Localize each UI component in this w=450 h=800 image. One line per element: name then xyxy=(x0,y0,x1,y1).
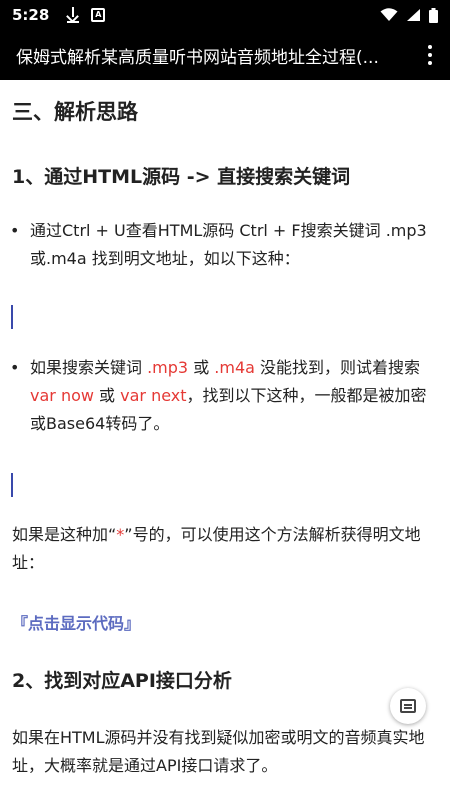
app-bar: 保姆式解析某高质量听书网站音频地址全过程(... xyxy=(0,30,450,80)
status-bar: 5:28 A xyxy=(0,0,450,30)
bullet-2-text: 或 xyxy=(93,386,121,405)
page-title: 保姆式解析某高质量听书网站音频地址全过程(... xyxy=(16,47,379,68)
bullet-1: 通过Ctrl + U查看HTML源码 Ctrl + F搜索关键词 .mp3或.m… xyxy=(10,217,432,273)
more-options-icon[interactable] xyxy=(428,45,432,65)
status-time: 5:28 xyxy=(12,6,50,24)
keyword-var-now: var now xyxy=(30,386,94,405)
keyword-var-next: var next xyxy=(120,386,187,405)
keyword-m4a: .m4a xyxy=(214,358,255,377)
download-icon xyxy=(67,7,80,23)
battery-icon xyxy=(429,7,438,23)
paragraph-2: 如果在HTML源码并没有找到疑似加密或明文的音频真实地址，大概率就是通过API接… xyxy=(12,728,425,775)
show-code-link[interactable]: 『点击显示代码』 xyxy=(12,610,140,634)
comment-icon xyxy=(400,699,416,713)
section-title: 三、解析思路 xyxy=(12,100,138,124)
keyword-mp3: .mp3 xyxy=(147,358,189,377)
text-cursor xyxy=(11,305,13,329)
step1-title: 1、通过HTML源码 -> 直接搜索关键词 xyxy=(12,166,351,188)
status-right-icons xyxy=(380,7,438,23)
article-content[interactable]: 三、解析思路 1、通过HTML源码 -> 直接搜索关键词 通过Ctrl + U查… xyxy=(0,80,450,800)
wifi-icon xyxy=(380,8,398,21)
bullet-2-text: 没能找到，则试着搜索 xyxy=(254,358,421,377)
signal-icon xyxy=(407,9,420,21)
step2-title: 2、找到对应API接口分析 xyxy=(12,670,232,692)
comment-button[interactable] xyxy=(390,688,426,724)
status-left-icons: A xyxy=(67,7,106,23)
bullet-2-text: 或 xyxy=(188,358,215,377)
a-badge-icon: A xyxy=(91,8,106,22)
bullet-2: 如果搜索关键词 .mp3 或 .m4a 没能找到，则试着搜索 var now 或… xyxy=(10,354,432,438)
bullet-2-text: 如果搜索关键词 xyxy=(30,358,148,377)
paragraph-1: 如果是这种加“*”号的，可以使用这个方法解析获得明文地址： xyxy=(12,521,438,577)
text-cursor xyxy=(11,473,13,497)
paragraph-1-text: 如果是这种加“ xyxy=(12,525,117,544)
